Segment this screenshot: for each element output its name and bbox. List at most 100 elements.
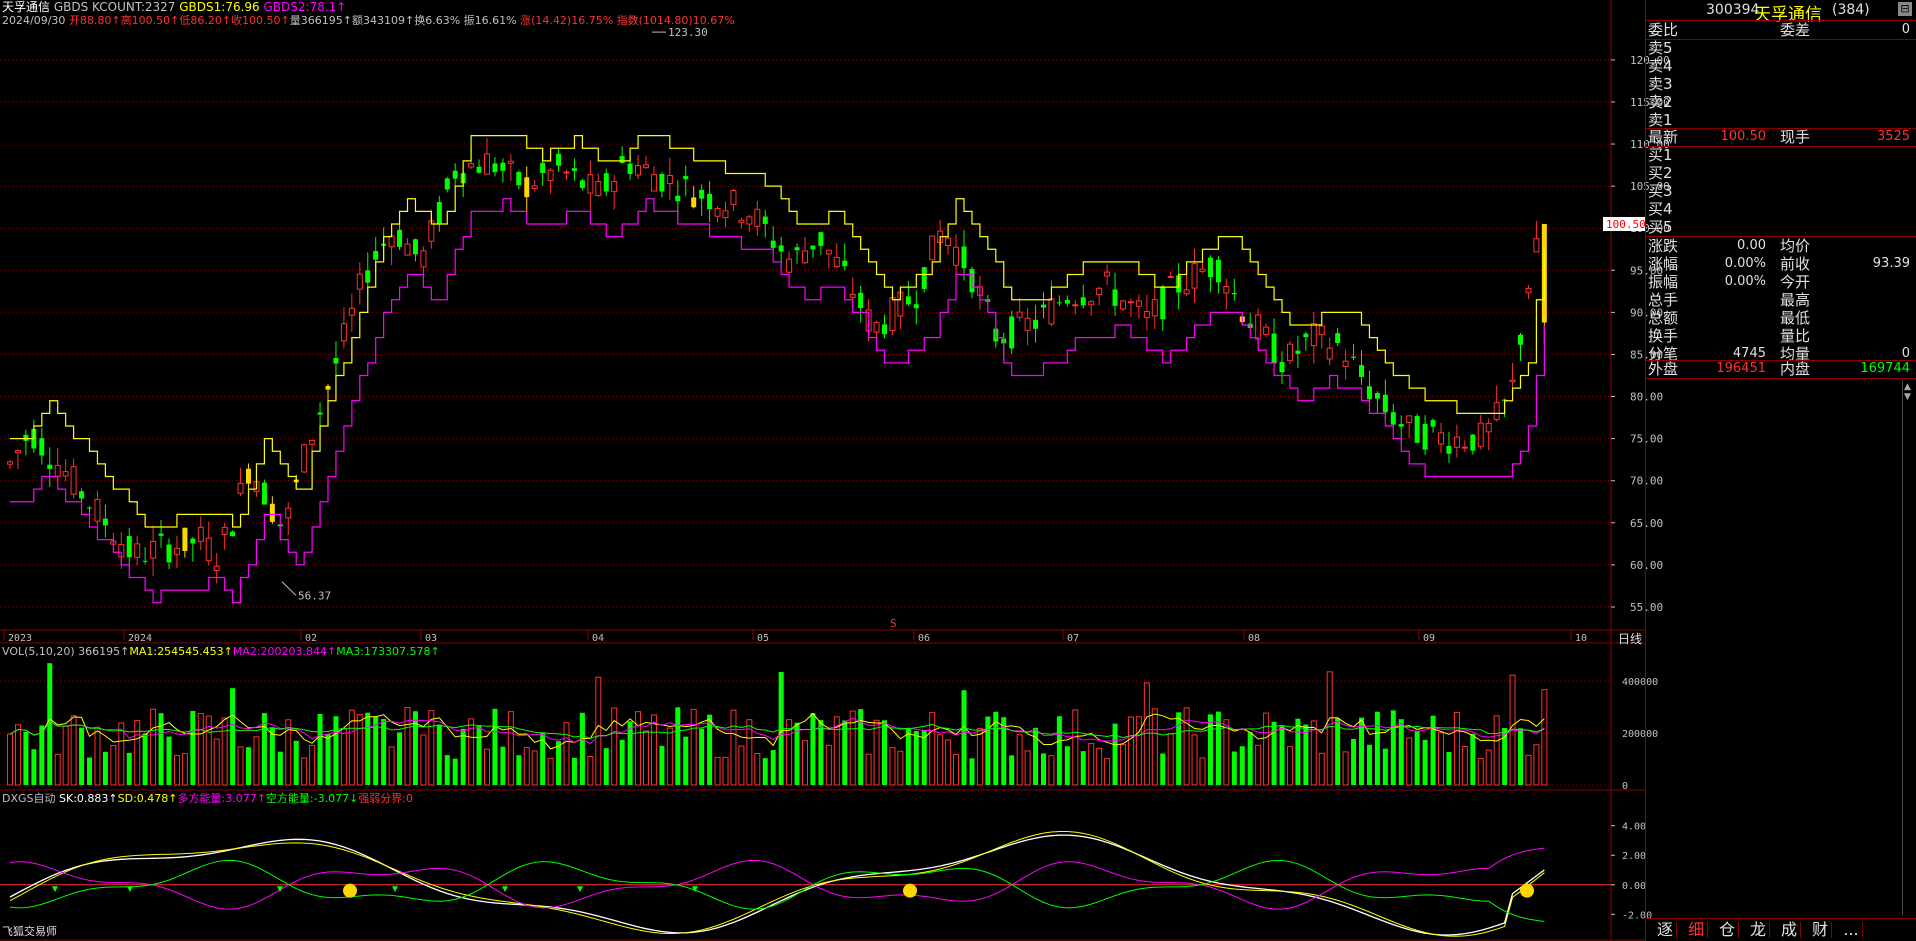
candle-body xyxy=(1151,299,1158,317)
scroll-up-icon[interactable]: ▲ xyxy=(1904,382,1911,392)
tab-separator xyxy=(1707,922,1708,938)
volume-bar xyxy=(770,750,776,785)
ind-seg-0: DXGS自动 xyxy=(2,792,60,805)
volume-bar xyxy=(571,757,577,785)
tab-separator xyxy=(1862,922,1863,938)
candle-body xyxy=(1430,420,1436,427)
period-label[interactable]: 日线 xyxy=(1618,632,1642,646)
panel-scrollbar[interactable]: ▲ ▼ xyxy=(1902,380,1915,915)
sell-label: 卖2 xyxy=(1648,93,1673,111)
volume-bar xyxy=(865,753,872,786)
volume-bar xyxy=(70,715,77,786)
ohlc-seg-9: 涨(14.42)16.75% xyxy=(520,14,617,27)
ind-seg-4: 空方能量:-3.077↓ xyxy=(265,792,359,805)
buy-row: 买5 xyxy=(1646,218,1914,236)
buy-label: 买5 xyxy=(1648,218,1673,236)
volume-bar xyxy=(1112,723,1118,785)
candle-body xyxy=(54,464,61,477)
vol-ma3-line xyxy=(9,720,1545,739)
candle-body xyxy=(1183,289,1190,295)
volume-bar xyxy=(277,751,283,785)
vol-seg-1: MA1:254545.453↑ xyxy=(129,645,233,658)
candle-body xyxy=(635,165,642,176)
outer-label: 外盘 xyxy=(1648,360,1679,378)
candle-body xyxy=(1446,445,1452,454)
buy-label: 买3 xyxy=(1648,182,1673,200)
candle-body xyxy=(770,240,776,248)
volume-bar xyxy=(690,708,697,786)
date-tick-label: 02 xyxy=(305,633,317,644)
candle-body xyxy=(476,166,482,173)
volume-bar xyxy=(1470,733,1476,785)
current-price-label: 100.50 xyxy=(1606,218,1646,231)
candle-body xyxy=(1342,360,1349,367)
candle-body xyxy=(882,324,887,335)
candle-body xyxy=(1390,412,1396,425)
candle-body xyxy=(356,273,363,290)
volume-bar xyxy=(397,732,403,785)
volume-bar xyxy=(563,722,570,786)
webi-row: 委比 委差 0 xyxy=(1646,21,1914,39)
candle-body xyxy=(913,304,919,309)
down-arrow-icon xyxy=(577,886,583,893)
candle-body xyxy=(738,219,745,223)
volume-bar xyxy=(969,758,975,785)
volume-bar xyxy=(190,710,196,785)
candle-body xyxy=(1310,323,1317,347)
candle-body xyxy=(301,444,308,473)
sell-label: 卖5 xyxy=(1648,39,1673,57)
stat-label: 总额 xyxy=(1648,309,1679,327)
candle-body xyxy=(1382,394,1388,413)
ind-tick-label: 0.00 xyxy=(1622,881,1646,892)
candle-body xyxy=(945,237,952,247)
volume-bar xyxy=(23,732,29,785)
ind-seg-5: 强弱分界:0 xyxy=(358,792,414,805)
candle-body xyxy=(1318,325,1325,336)
tab-separator xyxy=(1831,922,1832,938)
candle-body xyxy=(1223,286,1230,294)
candle-body xyxy=(1286,343,1293,362)
candle-body xyxy=(1143,310,1150,318)
volume-bar xyxy=(1414,730,1420,785)
volume-bar xyxy=(675,707,681,785)
scroll-down-icon[interactable]: ▼ xyxy=(1904,392,1911,402)
down-arrow-icon xyxy=(502,886,508,893)
volume-bar xyxy=(1422,739,1428,785)
weicha-value: 0 xyxy=(1901,22,1910,37)
candle-body xyxy=(754,208,761,227)
down-arrow-icon xyxy=(392,886,398,893)
tab-separator xyxy=(1738,922,1739,938)
candle-body xyxy=(825,249,832,255)
candle-body xyxy=(1461,446,1468,449)
stat-label: 振幅 xyxy=(1648,273,1679,291)
candle-body xyxy=(412,239,418,255)
volume-bar xyxy=(1120,744,1126,786)
candle-body xyxy=(1422,423,1428,450)
candle-body xyxy=(182,527,188,551)
buy-row: 买2 xyxy=(1646,164,1914,182)
volume-bar xyxy=(507,711,514,786)
volume-bar xyxy=(611,707,618,786)
date-tick-label: 2023 xyxy=(8,633,32,644)
volume-bar xyxy=(1446,751,1452,785)
volume-bar xyxy=(762,758,768,785)
webi-label: 委比 xyxy=(1648,21,1679,39)
volume-bar xyxy=(937,734,944,786)
volume-bar xyxy=(587,756,594,786)
sell-row: 卖2 xyxy=(1646,93,1914,111)
candle-body xyxy=(1016,311,1023,318)
volume-bar xyxy=(889,747,896,786)
candle-body xyxy=(1525,287,1532,294)
stat-row: 总手 最高 xyxy=(1646,291,1914,309)
volume-bars xyxy=(7,663,1548,786)
panel-menu-icon[interactable]: ⊟ xyxy=(1898,2,1912,16)
volume-bar xyxy=(381,718,387,785)
volume-bar xyxy=(1318,752,1325,786)
candles-group xyxy=(7,138,1547,584)
stat-label: 总手 xyxy=(1648,291,1679,309)
ohlc-seg-3: 低86.20↑ xyxy=(179,14,232,27)
bear-energy-line xyxy=(9,859,1545,922)
candle-body xyxy=(707,193,713,210)
date-tick-label: 05 xyxy=(757,633,769,644)
volume-bar xyxy=(666,727,673,786)
